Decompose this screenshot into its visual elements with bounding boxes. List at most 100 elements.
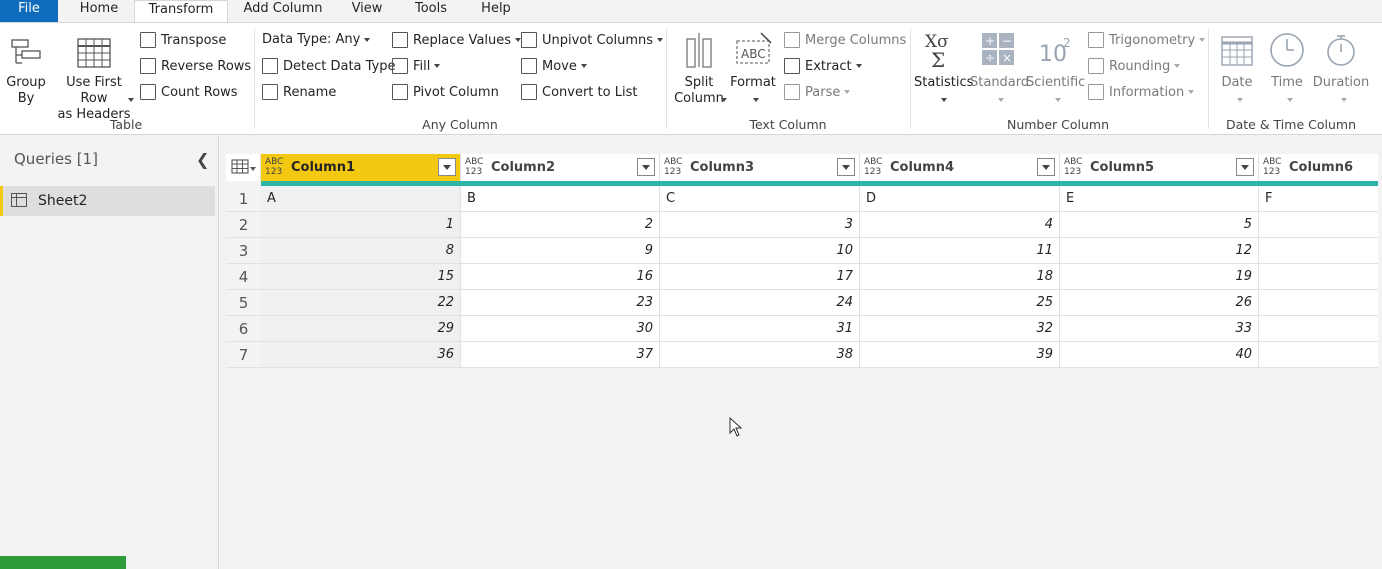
scientific-button[interactable]: 10 2 Scientific [1026,31,1085,91]
split-column-button[interactable]: Split Column [672,31,726,107]
convert-to-list-button[interactable]: Convert to List [521,84,637,100]
table-cell[interactable]: 24 [660,290,860,316]
table-cell[interactable] [1259,212,1378,238]
tab-add-column[interactable]: Add Column [238,0,328,22]
tab-view[interactable]: View [344,0,390,22]
table-cell[interactable]: F [1259,186,1378,212]
row-number[interactable]: 5 [226,290,261,316]
trigonometry-button[interactable]: Trigonometry [1088,32,1206,48]
filter-dropdown-button[interactable] [1236,158,1254,176]
table-cell[interactable]: 18 [860,264,1060,290]
query-item-sheet2[interactable]: Sheet2 [0,186,215,216]
table-cell[interactable]: 29 [261,316,461,342]
tab-transform[interactable]: Transform [134,0,228,23]
tab-tools[interactable]: Tools [408,0,454,22]
rounding-button[interactable]: Rounding [1088,58,1181,74]
information-button[interactable]: Information [1088,84,1195,100]
row-number[interactable]: 7 [226,342,261,368]
tab-file[interactable]: File [0,0,58,22]
table-cell[interactable]: 12 [1060,238,1259,264]
row-number[interactable]: 2 [226,212,261,238]
table-cell[interactable]: A [261,186,461,212]
column-header-column5[interactable]: ABC 123 Column5 [1060,154,1259,181]
table-cell[interactable]: 32 [860,316,1060,342]
table-cell[interactable]: 39 [860,342,1060,368]
parse-button[interactable]: Parse [784,84,851,100]
statistics-button[interactable]: Χσ Σ Statistics [914,31,973,91]
column-header-column2[interactable]: ABC 123 Column2 [461,154,660,181]
table-cell[interactable]: 36 [261,342,461,368]
table-cell[interactable] [1259,342,1378,368]
table-cell[interactable]: 17 [660,264,860,290]
tab-home[interactable]: Home [68,0,130,22]
group-by-button[interactable]: Group By [4,37,48,107]
replace-values-icon [392,32,408,48]
column-header-column6[interactable]: ABC 123 Column6 [1259,154,1378,181]
table-cell[interactable]: 3 [660,212,860,238]
column-header-column3[interactable]: ABC 123 Column3 [660,154,860,181]
table-cell[interactable]: 1 [261,212,461,238]
table-menu-button[interactable] [226,154,261,181]
use-first-row-as-headers-button[interactable]: Use First Row as Headers [52,37,136,123]
tab-help[interactable]: Help [474,0,518,22]
pivot-column-button[interactable]: Pivot Column [392,84,499,100]
reverse-rows-button[interactable]: Reverse Rows [140,58,251,74]
table-cell[interactable]: C [660,186,860,212]
standard-button[interactable]: + − ÷ × Standard [970,31,1029,91]
row-number[interactable]: 3 [226,238,261,264]
row-number[interactable]: 4 [226,264,261,290]
row-number[interactable]: 6 [226,316,261,342]
table-cell[interactable]: 5 [1060,212,1259,238]
filter-dropdown-button[interactable] [1037,158,1055,176]
column-header-column1[interactable]: ABC 123 Column1 [261,154,461,181]
count-rows-button[interactable]: Count Rows [140,84,238,100]
format-button[interactable]: ABC Format [730,31,776,91]
chevron-down-icon [844,90,851,94]
table-cell[interactable]: 37 [461,342,660,368]
filter-dropdown-button[interactable] [438,158,456,176]
rename-button[interactable]: Rename [262,84,336,100]
merge-columns-button[interactable]: Merge Columns [784,32,906,48]
table-cell[interactable]: 16 [461,264,660,290]
table-cell[interactable]: 10 [660,238,860,264]
unpivot-columns-button[interactable]: Unpivot Columns [521,32,664,48]
extract-button[interactable]: Extract [784,58,862,74]
table-cell[interactable] [1259,238,1378,264]
table-cell[interactable]: 11 [860,238,1060,264]
row-number[interactable]: 1 [226,186,261,212]
table-cell[interactable]: E [1060,186,1259,212]
table-cell[interactable]: 31 [660,316,860,342]
table-cell[interactable]: 22 [261,290,461,316]
filter-dropdown-button[interactable] [837,158,855,176]
table-cell[interactable]: 25 [860,290,1060,316]
table-cell[interactable]: 40 [1060,342,1259,368]
table-cell[interactable]: 38 [660,342,860,368]
table-cell[interactable]: 19 [1060,264,1259,290]
data-type-dropdown[interactable]: Data Type: Any [262,32,371,47]
table-cell[interactable]: 8 [261,238,461,264]
table-cell[interactable]: 2 [461,212,660,238]
detect-data-type-button[interactable]: Detect Data Type [262,58,396,74]
replace-values-button[interactable]: Replace Values [392,32,522,48]
table-cell[interactable]: 33 [1060,316,1259,342]
table-cell[interactable] [1259,264,1378,290]
table-cell[interactable] [1259,290,1378,316]
table-cell[interactable] [1259,316,1378,342]
date-button[interactable]: Date [1214,31,1260,91]
move-button[interactable]: Move [521,58,587,74]
collapse-chevron-icon[interactable]: ❮ [196,150,209,169]
table-cell[interactable]: 15 [261,264,461,290]
table-cell[interactable]: B [461,186,660,212]
table-cell[interactable]: 23 [461,290,660,316]
fill-button[interactable]: Fill [392,58,441,74]
table-cell[interactable]: 4 [860,212,1060,238]
time-button[interactable]: Time [1264,31,1310,91]
table-cell[interactable]: 26 [1060,290,1259,316]
duration-button[interactable]: Duration [1312,31,1370,91]
filter-dropdown-button[interactable] [637,158,655,176]
table-cell[interactable]: 30 [461,316,660,342]
transpose-button[interactable]: Transpose [140,32,226,48]
table-cell[interactable]: 9 [461,238,660,264]
column-header-column4[interactable]: ABC 123 Column4 [860,154,1060,181]
table-cell[interactable]: D [860,186,1060,212]
